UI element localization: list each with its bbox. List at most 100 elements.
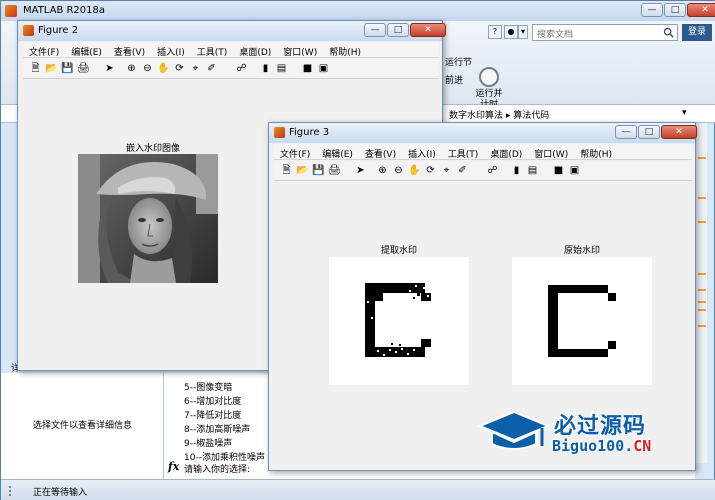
extracted-watermark-title: 提取水印 [380,246,417,256]
maximize-button[interactable]: □ [638,125,660,139]
data-cursor-icon[interactable]: ⌖ [189,62,202,75]
figure-3-title-bar[interactable]: Figure 3 — □ ✕ [269,123,697,143]
zoom-out-icon[interactable]: ⊖ [141,62,154,75]
menu-file[interactable]: 文件(F) [23,42,65,58]
maximize-button[interactable]: □ [664,3,686,17]
advance-button[interactable]: 前进 [445,73,463,86]
brush-icon[interactable]: ✐ [456,164,469,177]
show-plot-tools-icon[interactable]: ▣ [568,164,581,177]
hide-plot-tools-icon[interactable]: ■ [552,164,565,177]
menu-edit[interactable]: 编辑(E) [65,42,108,58]
link-plot-icon[interactable]: ☍ [235,62,248,75]
rotate-3d-icon[interactable]: ⟳ [424,164,437,177]
figure-3-controls: — □ ✕ [615,125,697,139]
help-icon[interactable]: ? [488,25,502,39]
hide-plot-tools-icon[interactable]: ■ [301,62,314,75]
menu-view[interactable]: 查看(V) [359,144,402,160]
menu-view[interactable]: 查看(V) [108,42,151,58]
editor-scrollbar[interactable] [695,123,707,463]
menu-desktop[interactable]: 桌面(D) [484,144,528,160]
brand-chinese-name: 必过源码 [554,414,647,439]
run-time-label-1: 运行并 [475,89,503,99]
pointer-icon[interactable]: ➤ [354,164,367,177]
figure-3-toolbar: 🗎 📂 💾 🖨 ➤ ⊕ ⊖ ✋ ⟳ ⌖ ✐ ☍ ▮ ▤ ■ ▣ [274,161,692,181]
original-watermark-image[interactable] [512,257,652,385]
figure-2-controls: — □ ✕ [364,23,446,37]
save-icon[interactable]: 💾 [312,164,325,177]
scroll-marker [698,221,706,223]
close-button[interactable]: ✕ [661,125,697,139]
stopwatch-icon [479,67,499,87]
save-icon[interactable]: 💾 [61,62,74,75]
zoom-out-icon[interactable]: ⊖ [392,164,405,177]
figure-2-menubar: 文件(F) 编辑(E) 查看(V) 插入(I) 工具(T) 桌面(D) 窗口(W… [23,42,439,58]
menu-desktop[interactable]: 桌面(D) [233,42,277,58]
pan-icon[interactable]: ✋ [157,62,170,75]
menu-file[interactable]: 文件(F) [274,144,316,160]
brush-icon[interactable]: ✐ [205,62,218,75]
minimize-button[interactable]: — [615,125,637,139]
command-output-line: 7--降低对比度 [184,411,242,421]
axes-title: 嵌入水印图像 [125,144,180,154]
link-plot-icon[interactable]: ☍ [486,164,499,177]
figure-2-toolbar: 🗎 📂 💾 🖨 ➤ ⊕ ⊖ ✋ ⟳ ⌖ ✐ ☍ ▮ ▤ ■ ▣ [23,59,439,79]
details-message: 选择文件以查看详细信息 [32,421,132,431]
notification-icon[interactable]: ● [504,25,518,39]
close-button[interactable]: ✕ [687,3,715,17]
new-file-icon[interactable]: 🗎 [280,164,293,177]
scroll-marker [698,289,706,291]
search-placeholder: 搜索文档 [537,30,574,40]
main-title-bar[interactable]: MATLAB R2018a — □ ✕ [1,1,715,21]
menu-window[interactable]: 窗口(W) [528,144,574,160]
search-icon [663,27,674,38]
menu-tools[interactable]: 工具(T) [442,144,485,160]
grip-icon [9,486,19,496]
show-plot-tools-icon[interactable]: ▣ [317,62,330,75]
menu-window[interactable]: 窗口(W) [277,42,323,58]
minimize-button[interactable]: — [364,23,386,37]
scroll-marker [698,325,706,327]
command-prompt[interactable]: 请输入你的选择: [184,462,250,475]
extracted-c-watermark [365,283,431,357]
menu-insert[interactable]: 插入(I) [402,144,442,160]
function-browser-icon[interactable]: fx [168,460,179,473]
pan-icon[interactable]: ✋ [408,164,421,177]
chevron-down-icon[interactable]: ▾ [682,108,687,118]
maximize-button[interactable]: □ [387,23,409,37]
search-docs-input[interactable]: 搜索文档 [532,24,678,41]
menu-insert[interactable]: 插入(I) [151,42,191,58]
print-icon[interactable]: 🖨 [328,164,341,177]
menu-help[interactable]: 帮助(H) [574,144,618,160]
figure-icon [274,127,285,138]
login-button[interactable]: 登录 [682,24,712,41]
zoom-in-icon[interactable]: ⊕ [125,62,138,75]
colorbar-icon[interactable]: ▮ [259,62,272,75]
zoom-in-icon[interactable]: ⊕ [376,164,389,177]
open-folder-icon[interactable]: 📂 [296,164,309,177]
extracted-watermark-image[interactable] [329,257,469,385]
original-c-watermark [548,285,616,357]
menu-help[interactable]: 帮助(H) [323,42,367,58]
legend-icon[interactable]: ▤ [526,164,539,177]
dropdown-arrow-icon[interactable]: ▾ [518,25,528,39]
brand-domain: Biguo100.CN [552,437,651,455]
new-file-icon[interactable]: 🗎 [29,62,42,75]
figure-2-title: Figure 2 [38,25,79,36]
pointer-icon[interactable]: ➤ [103,62,116,75]
colorbar-icon[interactable]: ▮ [510,164,523,177]
data-cursor-icon[interactable]: ⌖ [440,164,453,177]
menu-tools[interactable]: 工具(T) [191,42,234,58]
menu-edit[interactable]: 编辑(E) [316,144,359,160]
figure-2-title-bar[interactable]: Figure 2 — □ ✕ [18,21,446,41]
close-button[interactable]: ✕ [410,23,446,37]
minimize-button[interactable]: — [641,3,663,17]
command-output-line: 5--图像变暗 [184,383,233,393]
graduation-cap-icon [478,410,550,450]
open-folder-icon[interactable]: 📂 [45,62,58,75]
legend-icon[interactable]: ▤ [275,62,288,75]
breadcrumb[interactable]: 数字水印算法 ▸ 算法代码 [449,108,549,121]
watermarked-image[interactable] [78,154,218,283]
print-icon[interactable]: 🖨 [77,62,90,75]
rotate-3d-icon[interactable]: ⟳ [173,62,186,75]
run-section-button[interactable]: 运行节 [445,55,472,68]
